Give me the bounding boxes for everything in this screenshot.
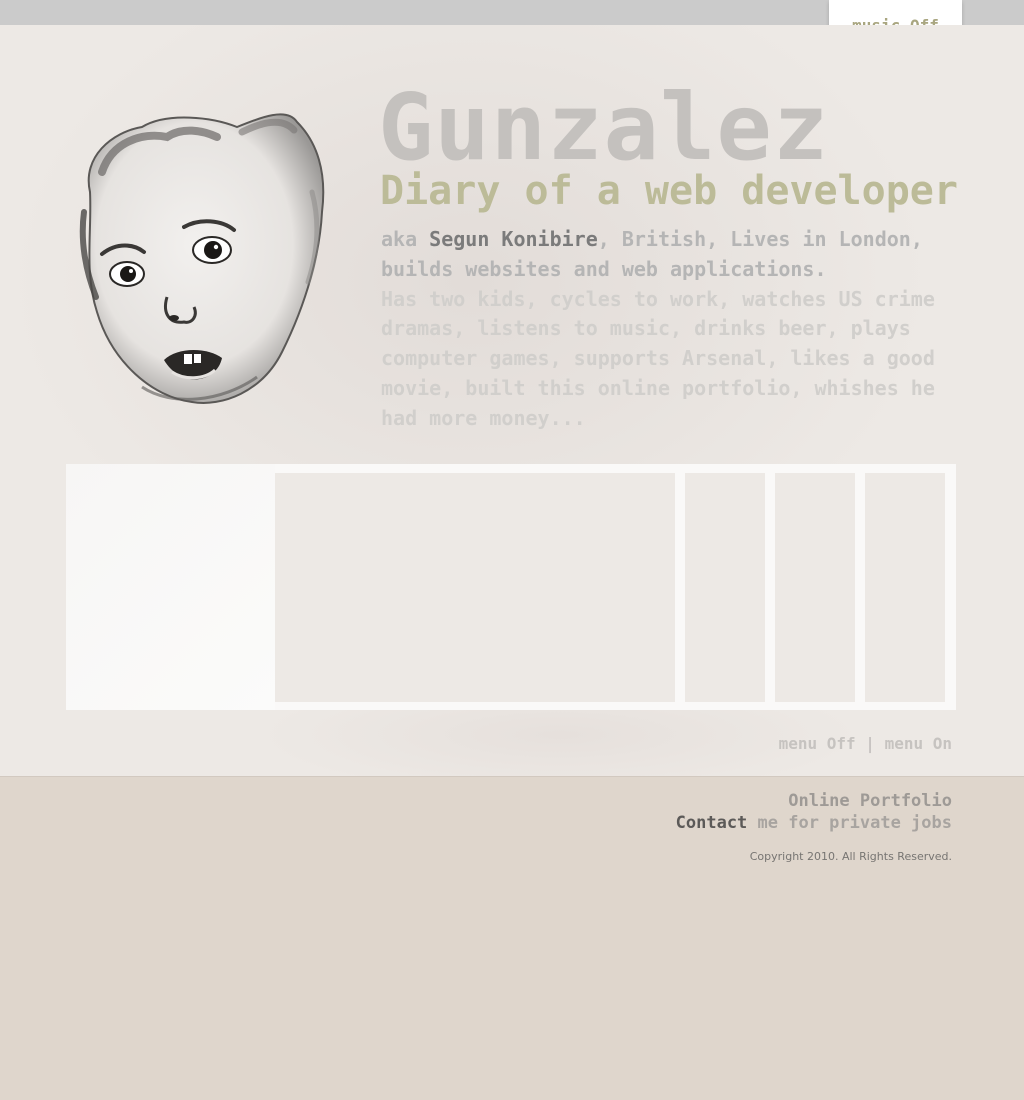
slider-panel-main[interactable] (275, 473, 675, 702)
slider-panel-4[interactable] (865, 473, 945, 702)
copyright-text: Copyright 2010. All Rights Reserved. (749, 850, 952, 863)
online-portfolio-link[interactable]: Online Portfolio (788, 791, 952, 811)
site-tagline: Diary of a web developer (380, 168, 958, 214)
site-title: Gunzalez (378, 74, 830, 181)
baby-portrait-image (79, 113, 325, 404)
menu-off-link[interactable]: menu Off (779, 734, 856, 753)
portfolio-slider (66, 464, 956, 710)
menu-toggle: menu Off | menu On (779, 734, 952, 753)
author-name: Segun Konibire (429, 227, 598, 251)
bio-text: aka Segun Konibire, British, Lives in Lo… (381, 225, 956, 434)
footer-links: Online Portfolio Contact me for private … (676, 790, 952, 834)
contact-link[interactable]: Contact (676, 813, 748, 833)
menu-separator: | (855, 734, 885, 753)
contact-description: me for private jobs (747, 813, 952, 833)
bio-more: Has two kids, cycles to work, watches US… (381, 286, 935, 430)
slider-panel-3[interactable] (775, 473, 855, 702)
slider-side-panel (66, 464, 275, 710)
bio-prefix: aka (381, 227, 430, 251)
menu-on-link[interactable]: menu On (885, 734, 952, 753)
slider-panel-2[interactable] (685, 473, 765, 702)
